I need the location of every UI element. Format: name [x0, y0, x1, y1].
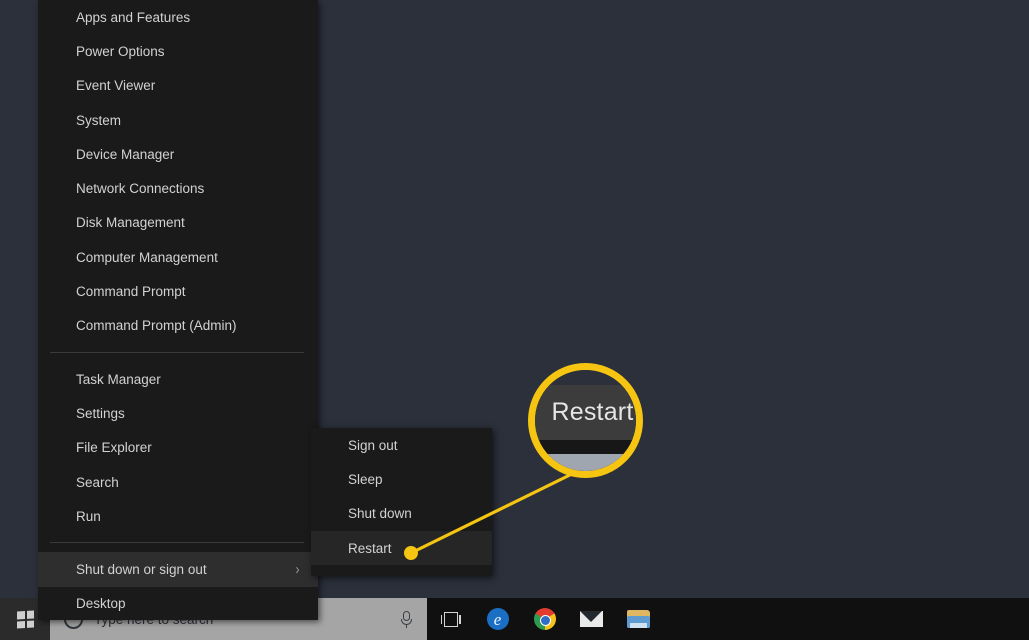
menu-item-computer-management[interactable]: Computer Management — [38, 240, 318, 274]
desktop-screen: Type here to search e — [0, 0, 1029, 640]
shut-down-submenu: Sign out Sleep Shut down Restart — [311, 428, 492, 576]
menu-item-event-viewer[interactable]: Event Viewer — [38, 69, 318, 103]
submenu-item-sleep[interactable]: Sleep — [311, 462, 492, 496]
menu-item-disk-management[interactable]: Disk Management — [38, 206, 318, 240]
chevron-right-icon: › — [296, 562, 300, 577]
magnifier-top-fill — [528, 363, 643, 385]
menu-separator — [50, 542, 304, 543]
taskbar-icon-group: e — [385, 598, 662, 640]
magnifier-highlight-band: Restart — [528, 385, 643, 440]
submenu-item-label: Shut down — [348, 506, 412, 521]
menu-item-label: Command Prompt (Admin) — [76, 318, 300, 333]
menu-item-label: Computer Management — [76, 250, 300, 265]
file-explorer-icon[interactable] — [615, 598, 662, 640]
submenu-item-sign-out[interactable]: Sign out — [311, 428, 492, 462]
menu-item-power-options[interactable]: Power Options — [38, 34, 318, 68]
submenu-item-label: Restart — [348, 541, 392, 556]
menu-item-label: Search — [76, 475, 300, 490]
menu-item-task-manager[interactable]: Task Manager — [38, 362, 318, 396]
magnifier-light-strip — [528, 454, 643, 478]
menu-item-label: Disk Management — [76, 215, 300, 230]
task-view-icon[interactable] — [427, 598, 474, 640]
callout-magnifier-circle: Restart — [528, 363, 643, 478]
menu-item-device-manager[interactable]: Device Manager — [38, 137, 318, 171]
windows-logo-icon — [17, 610, 34, 628]
menu-separator — [50, 352, 304, 353]
menu-item-label: Desktop — [76, 596, 300, 611]
menu-item-network-connections[interactable]: Network Connections — [38, 171, 318, 205]
menu-item-label: Command Prompt — [76, 284, 300, 299]
menu-item-desktop[interactable]: Desktop — [38, 587, 318, 621]
menu-item-label: Settings — [76, 406, 300, 421]
menu-item-label: Power Options — [76, 44, 300, 59]
menu-item-label: Device Manager — [76, 147, 300, 162]
menu-item-command-prompt-admin[interactable]: Command Prompt (Admin) — [38, 309, 318, 343]
chrome-icon[interactable] — [521, 598, 568, 640]
mail-icon[interactable] — [568, 598, 615, 640]
menu-item-label: Run — [76, 509, 300, 524]
magnifier-restart-label: Restart — [552, 398, 634, 427]
menu-item-label: Apps and Features — [76, 10, 300, 25]
menu-item-command-prompt[interactable]: Command Prompt — [38, 274, 318, 308]
menu-item-apps-and-features[interactable]: Apps and Features — [38, 0, 318, 34]
menu-item-label: File Explorer — [76, 440, 300, 455]
submenu-item-label: Sign out — [348, 438, 398, 453]
menu-item-search[interactable]: Search — [38, 465, 318, 499]
menu-item-label: Event Viewer — [76, 78, 300, 93]
submenu-item-restart[interactable]: Restart — [311, 531, 492, 565]
menu-item-label: System — [76, 113, 300, 128]
submenu-item-shut-down[interactable]: Shut down — [311, 497, 492, 531]
menu-item-label: Network Connections — [76, 181, 300, 196]
menu-item-shut-down-or-sign-out[interactable]: Shut down or sign out › — [38, 552, 318, 586]
edge-glyph: e — [487, 608, 509, 630]
magnifier-dark-strip — [528, 440, 643, 454]
edge-icon[interactable]: e — [474, 598, 521, 640]
menu-item-run[interactable]: Run — [38, 499, 318, 533]
menu-item-file-explorer[interactable]: File Explorer — [38, 431, 318, 465]
menu-item-system[interactable]: System — [38, 103, 318, 137]
submenu-item-label: Sleep — [348, 472, 383, 487]
menu-item-label: Task Manager — [76, 372, 300, 387]
power-user-context-menu: Apps and Features Power Options Event Vi… — [38, 0, 318, 620]
microphone-icon[interactable] — [385, 598, 427, 640]
menu-item-settings[interactable]: Settings — [38, 396, 318, 430]
menu-item-label: Shut down or sign out — [76, 562, 295, 577]
